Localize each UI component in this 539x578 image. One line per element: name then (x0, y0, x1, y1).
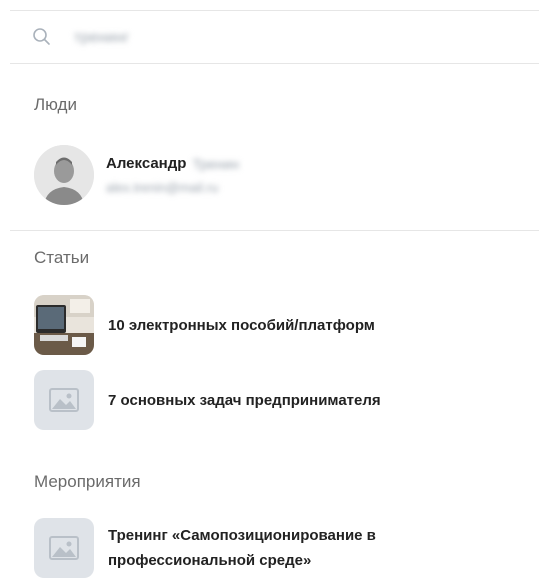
avatar (34, 145, 94, 205)
article-item[interactable]: 7 основных задач предпринимателя (34, 370, 514, 430)
search-input[interactable]: тренинг (74, 29, 129, 46)
person-result[interactable]: Александр Тренин alex.trenin@mail.ru (34, 143, 514, 207)
event-thumbnail (34, 518, 94, 578)
section-title-articles: Статьи (34, 248, 90, 267)
article-thumbnail (34, 370, 94, 430)
person-email: alex.trenin@mail.ru (106, 180, 219, 195)
event-title-line: Тренинг «Самопозиционирование в (108, 527, 376, 544)
event-title: Тренинг «Самопозиционирование в професси… (108, 523, 376, 573)
image-placeholder-icon (49, 536, 79, 560)
user-silhouette-icon (34, 145, 94, 205)
event-item[interactable]: Тренинг «Самопозиционирование в професси… (34, 518, 514, 578)
divider (10, 230, 539, 231)
person-first-name: Александр (106, 155, 187, 172)
image-placeholder-icon (49, 388, 79, 412)
article-item[interactable]: 10 электронных пособий/платформ (34, 295, 514, 355)
article-thumbnail (34, 295, 94, 355)
section-title-people: Люди (34, 95, 77, 114)
person-last-name: Тренин (192, 155, 240, 172)
article-title: 7 основных задач предпринимателя (108, 391, 381, 409)
event-title-line: профессиональной среде» (108, 552, 312, 569)
search-icon (30, 25, 54, 49)
laptop-photo-icon (34, 295, 94, 355)
search-bar[interactable]: тренинг (10, 10, 539, 64)
section-title-events: Мероприятия (34, 472, 141, 491)
article-title: 10 электронных пособий/платформ (108, 316, 375, 334)
